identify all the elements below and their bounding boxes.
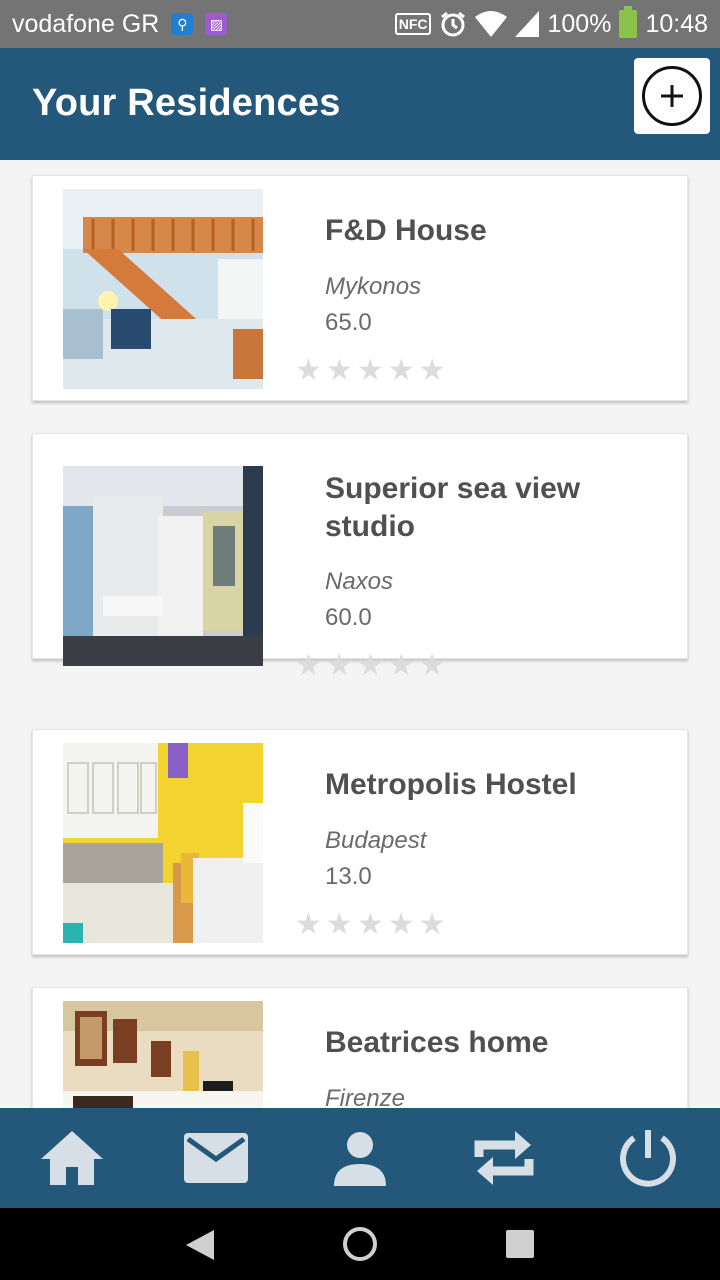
star-icon[interactable]: ★ <box>388 651 415 681</box>
nav-switch-button[interactable] <box>459 1113 549 1203</box>
residence-card[interactable]: Superior sea view studio Naxos 60.0 ★ ★ … <box>32 433 688 681</box>
residence-city: Naxos <box>325 568 394 595</box>
residence-photo <box>63 189 263 389</box>
star-icon[interactable]: ★ <box>295 356 322 386</box>
residence-name: Beatrices home <box>325 1026 549 1059</box>
star-icon[interactable]: ★ <box>419 356 446 386</box>
rating-stars[interactable]: ★ ★ ★ ★ ★ <box>295 651 446 681</box>
nav-logout-button[interactable] <box>603 1113 693 1203</box>
recents-icon[interactable] <box>506 1230 534 1258</box>
mail-icon <box>184 1133 248 1183</box>
star-icon[interactable]: ★ <box>295 910 322 940</box>
star-icon[interactable]: ★ <box>357 910 384 940</box>
nav-home-button[interactable] <box>27 1113 117 1203</box>
app-bar: Your Residences <box>0 48 720 160</box>
back-icon[interactable] <box>184 1228 216 1262</box>
star-icon[interactable]: ★ <box>357 356 384 386</box>
star-icon[interactable]: ★ <box>295 651 322 681</box>
carrier-name: vodafone GR <box>12 9 160 38</box>
star-icon[interactable]: ★ <box>326 910 353 940</box>
residence-photo <box>63 743 263 943</box>
person-icon <box>334 1132 386 1186</box>
alarm-icon <box>441 11 466 37</box>
residence-card[interactable]: Beatrices home Firenze <box>32 987 688 1108</box>
residence-city: Budapest <box>325 827 427 854</box>
star-icon[interactable]: ★ <box>357 651 384 681</box>
bottom-navigation <box>0 1108 720 1208</box>
star-icon[interactable]: ★ <box>388 356 415 386</box>
wifi-icon <box>475 11 508 37</box>
swap-icon <box>474 1131 534 1185</box>
star-icon[interactable]: ★ <box>419 910 446 940</box>
residence-photo <box>63 1001 263 1108</box>
residence-photo <box>63 466 263 666</box>
residence-name: Metropolis Hostel <box>325 768 577 801</box>
status-bar: vodafone GR ⚲ ▨ NFC 100% 10:48 <box>0 0 720 48</box>
usb-icon: ⚲ <box>171 13 194 35</box>
battery-icon <box>619 6 638 38</box>
residence-name: F&D House <box>325 214 487 247</box>
nav-messages-button[interactable] <box>171 1113 261 1203</box>
image-icon: ▨ <box>205 13 228 35</box>
rating-stars[interactable]: ★ ★ ★ ★ ★ <box>295 910 446 940</box>
residence-card[interactable]: F&D House Mykonos 65.0 ★ ★ ★ ★ ★ <box>32 175 688 401</box>
signal-icon <box>515 11 540 37</box>
home-icon <box>41 1131 103 1185</box>
residence-price: 13.0 <box>325 863 372 890</box>
residence-price: 65.0 <box>325 309 372 336</box>
page-title: Your Residences <box>32 82 341 124</box>
battery-percent: 100% <box>547 9 612 38</box>
residence-city: Firenze <box>325 1085 406 1108</box>
add-circle-icon <box>642 66 702 126</box>
residence-list[interactable]: F&D House Mykonos 65.0 ★ ★ ★ ★ ★ Superio… <box>0 160 720 1108</box>
add-residence-button[interactable] <box>634 58 710 134</box>
home-circle-icon[interactable] <box>341 1225 379 1263</box>
residence-city: Mykonos <box>325 273 422 300</box>
star-icon[interactable]: ★ <box>388 910 415 940</box>
nfc-icon: NFC <box>394 13 432 35</box>
star-icon[interactable]: ★ <box>326 356 353 386</box>
clock: 10:48 <box>645 9 708 38</box>
system-navigation-bar <box>0 1208 720 1280</box>
residence-price: 60.0 <box>325 604 372 631</box>
nav-profile-button[interactable] <box>315 1113 405 1203</box>
residence-name: Superior sea view studio <box>325 472 581 543</box>
star-icon[interactable]: ★ <box>326 651 353 681</box>
residence-card[interactable]: Metropolis Hostel Budapest 13.0 ★ ★ ★ ★ … <box>32 729 688 955</box>
star-icon[interactable]: ★ <box>419 651 446 681</box>
power-icon <box>620 1130 676 1187</box>
rating-stars[interactable]: ★ ★ ★ ★ ★ <box>295 356 446 386</box>
